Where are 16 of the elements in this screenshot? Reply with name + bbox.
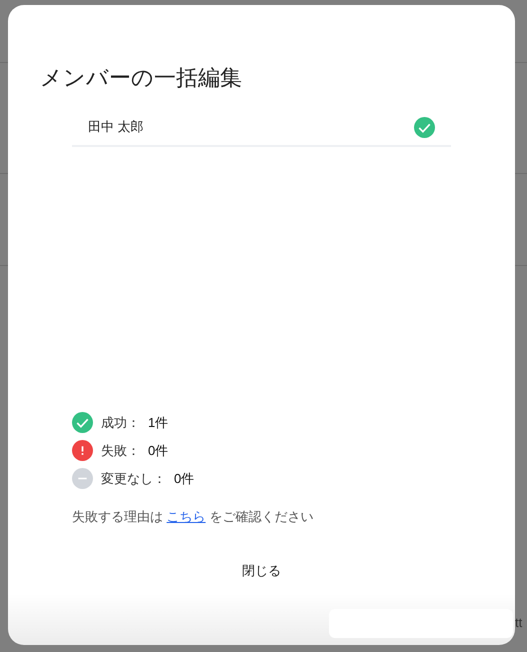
member-name: 田中 太郎 [88, 118, 144, 136]
summary-count: 0件 [174, 470, 194, 488]
exclamation-icon [72, 440, 93, 461]
background-text: tt [515, 615, 522, 631]
reason-link[interactable]: こちら [166, 509, 206, 524]
minus-icon [72, 468, 93, 489]
summary-count: 1件 [148, 414, 168, 432]
check-icon [72, 412, 93, 433]
dialog-title: メンバーの一括編集 [40, 64, 242, 92]
summary-label: 変更なし： [101, 470, 166, 488]
summary-label: 成功： [101, 414, 140, 432]
failure-reason-note: 失敗する理由は こちら をご確認ください [72, 508, 314, 526]
summary-count: 0件 [148, 442, 168, 460]
summary-label: 失敗： [101, 442, 140, 460]
check-icon [414, 116, 435, 138]
close-button[interactable]: 閉じる [230, 556, 293, 584]
